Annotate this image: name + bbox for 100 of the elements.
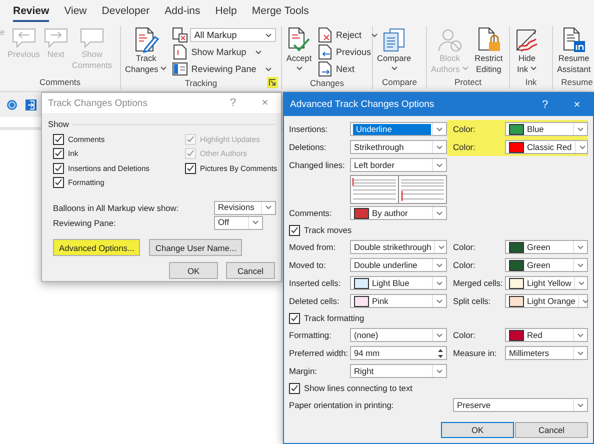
- comment-icon: [78, 27, 105, 49]
- field-label: Deleted cells:: [289, 296, 340, 306]
- checkbox[interactable]: [53, 148, 64, 160]
- dropdown[interactable]: Pink: [350, 294, 447, 308]
- dropdown[interactable]: Strikethrough: [350, 140, 447, 154]
- color-dropdown[interactable]: Classic Red: [505, 140, 588, 154]
- ribbon-tab[interactable]: Add-ins: [164, 5, 200, 22]
- dialog-button[interactable]: OK: [169, 262, 218, 279]
- caret-icon: [160, 66, 168, 72]
- ribbon-tab[interactable]: View: [64, 5, 87, 22]
- dropdown[interactable]: Revisions: [214, 200, 276, 214]
- box-arrow-icon[interactable]: [25, 98, 37, 110]
- ribbon-button[interactable]: Reviewing Pane: [172, 61, 278, 77]
- caret-icon: [436, 262, 443, 268]
- color-dropdown[interactable]: Blue: [505, 122, 588, 136]
- field-label: Changed lines:: [289, 160, 346, 170]
- documents-icon: [381, 27, 408, 53]
- caret-icon: [265, 205, 272, 210]
- dropdown[interactable]: Preserve: [453, 398, 588, 412]
- group-label: Compare: [382, 76, 417, 89]
- ribbon-button[interactable]: Compare: [376, 26, 412, 74]
- group-label: Changes: [310, 77, 344, 90]
- dropdown[interactable]: Underline: [350, 122, 447, 136]
- dropdown[interactable]: Right: [350, 364, 447, 378]
- dropdown[interactable]: Off: [214, 216, 263, 230]
- caret-icon: [436, 162, 443, 168]
- checkbox[interactable]: [53, 134, 64, 145]
- close-button[interactable]: ×: [561, 98, 593, 110]
- caret-icon: [577, 262, 584, 268]
- field-label: Margin:: [289, 366, 318, 376]
- dialog-launcher[interactable]: [267, 77, 278, 88]
- color-dropdown[interactable]: Millimeters: [505, 346, 588, 360]
- caret-icon: [436, 126, 443, 132]
- color-dropdown[interactable]: Light Yellow: [505, 276, 588, 290]
- pane-icon: [172, 61, 188, 77]
- ribbon-tab[interactable]: Merge Tools: [252, 5, 309, 22]
- field-label: Moved to:: [289, 260, 327, 270]
- field-label: Split cells:: [453, 296, 492, 306]
- ribbon-button[interactable]: Show Markup: [172, 44, 278, 60]
- document-pencil-icon: [133, 27, 160, 53]
- ribbon-button[interactable]: Restrict Editing: [474, 26, 504, 75]
- color-dropdown[interactable]: Green: [505, 240, 588, 254]
- dropdown[interactable]: Double strikethrough: [350, 240, 447, 254]
- markup-icon: [172, 27, 188, 43]
- ribbon-button[interactable]: Hide Ink: [513, 26, 541, 75]
- dropdown[interactable]: (none): [350, 328, 447, 342]
- checkbox[interactable]: [53, 177, 64, 188]
- caret-icon: [255, 50, 262, 54]
- dropdown[interactable]: Double underline: [350, 258, 447, 272]
- circle-icon[interactable]: [6, 98, 18, 110]
- group-label: Resume: [561, 76, 593, 89]
- caret-icon: [390, 66, 398, 70]
- ribbon-tab[interactable]: Help: [215, 5, 237, 22]
- close-button[interactable]: ×: [249, 97, 281, 109]
- dropdown[interactable]: Light Blue: [350, 276, 447, 290]
- color-dropdown[interactable]: Red: [505, 328, 588, 342]
- caret-icon: [578, 280, 586, 286]
- group-label: Protect: [454, 76, 482, 89]
- caret-icon: [436, 210, 443, 216]
- document-icon: [172, 44, 188, 60]
- checkbox[interactable]: [289, 224, 300, 236]
- dialog-button[interactable]: Cancel: [515, 422, 588, 438]
- color-dropdown[interactable]: Green: [505, 258, 588, 272]
- spin-arrows-icon[interactable]: [436, 348, 444, 358]
- document-cross-icon: [317, 27, 333, 43]
- dialog-button[interactable]: Cancel: [226, 262, 275, 279]
- ribbon-tab[interactable]: Developer: [102, 5, 150, 22]
- color-dropdown[interactable]: Light Orange: [505, 294, 588, 308]
- checkbox[interactable]: [289, 312, 300, 324]
- document-arrow-icon: [317, 44, 333, 60]
- dropdown[interactable]: Left border: [350, 158, 447, 172]
- help-button[interactable]: ?: [529, 98, 561, 110]
- dialog-title: Track Changes Options: [48, 98, 148, 108]
- field-label: Color:: [453, 242, 476, 252]
- ink-icon: [514, 27, 540, 53]
- launcher-icon: [269, 79, 276, 86]
- caret-icon: [436, 280, 443, 286]
- dialog-button[interactable]: Advanced Options...: [53, 239, 140, 256]
- ribbon-button[interactable]: Resume Assistant: [556, 26, 592, 75]
- caret-icon: [530, 66, 538, 72]
- ribbon-button[interactable]: Accept: [285, 26, 313, 74]
- spin-field[interactable]: 94 mm: [350, 346, 447, 360]
- ribbon-button[interactable]: Track Changes: [124, 26, 168, 75]
- checkbox[interactable]: [185, 162, 196, 174]
- caret-icon: [296, 66, 302, 70]
- field-label: Preferred width:: [289, 348, 350, 358]
- checkbox-label: Track formatting: [304, 313, 364, 323]
- document-check-icon: [286, 27, 312, 53]
- ribbon-button[interactable]: Reject: [317, 27, 378, 43]
- person-blocked-icon: [436, 27, 463, 53]
- ribbon-button[interactable]: Previous: [317, 44, 378, 60]
- checkbox[interactable]: [53, 162, 64, 174]
- dialog-button[interactable]: OK: [441, 422, 514, 438]
- dialog-button[interactable]: Change User Name...: [149, 239, 242, 256]
- markup-dropdown[interactable]: All Markup: [190, 28, 276, 42]
- checkbox[interactable]: [289, 382, 300, 394]
- checkbox-label: Track moves: [304, 225, 352, 235]
- caret-icon: [582, 298, 590, 304]
- ribbon-button[interactable]: Next: [317, 61, 378, 77]
- dropdown[interactable]: By author: [350, 206, 447, 220]
